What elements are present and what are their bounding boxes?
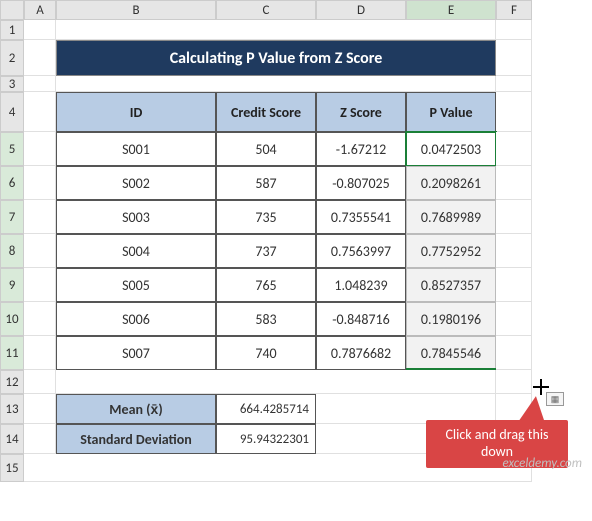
- cell[interactable]: [24, 336, 56, 370]
- data-z[interactable]: 1.048239: [316, 268, 406, 302]
- row-head-10[interactable]: 10: [0, 302, 24, 336]
- cell[interactable]: [24, 92, 56, 132]
- cell[interactable]: [56, 370, 496, 394]
- cell-e10[interactable]: 0.1980196: [406, 302, 496, 336]
- cell[interactable]: [24, 394, 56, 424]
- row-head-6[interactable]: 6: [0, 166, 24, 200]
- cell-e5-selected[interactable]: 0.0472503: [406, 132, 496, 166]
- cell[interactable]: [496, 132, 532, 166]
- row-head-13[interactable]: 13: [0, 394, 24, 424]
- watermark: exceldemy.com: [503, 456, 582, 471]
- col-header-credit: Credit Score: [216, 92, 316, 132]
- cell[interactable]: [496, 76, 532, 92]
- data-id[interactable]: S003: [56, 200, 216, 234]
- data-id[interactable]: S005: [56, 268, 216, 302]
- cell[interactable]: [24, 200, 56, 234]
- row-head-8[interactable]: 8: [0, 234, 24, 268]
- cell[interactable]: [24, 302, 56, 336]
- row-head-5[interactable]: 5: [0, 132, 24, 166]
- cell[interactable]: [24, 370, 56, 394]
- data-credit[interactable]: 583: [216, 302, 316, 336]
- cell[interactable]: [24, 76, 56, 92]
- data-id[interactable]: S004: [56, 234, 216, 268]
- data-id[interactable]: S007: [56, 336, 216, 370]
- cell[interactable]: [496, 166, 532, 200]
- cell[interactable]: [24, 424, 56, 454]
- col-header-p: P Value: [406, 92, 496, 132]
- cell[interactable]: [496, 92, 532, 132]
- data-credit[interactable]: 737: [216, 234, 316, 268]
- col-head-c[interactable]: C: [216, 0, 316, 20]
- sheet-title: Calculating P Value from Z Score: [56, 40, 496, 76]
- cell[interactable]: [24, 166, 56, 200]
- data-z[interactable]: -0.848716: [316, 302, 406, 336]
- cell[interactable]: [496, 302, 532, 336]
- cell[interactable]: [56, 76, 496, 92]
- cell[interactable]: [24, 132, 56, 166]
- data-z[interactable]: 0.7563997: [316, 234, 406, 268]
- data-credit[interactable]: 765: [216, 268, 316, 302]
- col-head-e[interactable]: E: [406, 0, 496, 20]
- data-z[interactable]: -0.807025: [316, 166, 406, 200]
- row-head-4[interactable]: 4: [0, 92, 24, 132]
- row-head-14[interactable]: 14: [0, 424, 24, 454]
- cell-e6[interactable]: 0.2098261: [406, 166, 496, 200]
- data-z[interactable]: 0.7355541: [316, 200, 406, 234]
- sd-value[interactable]: 95.94322301: [216, 424, 316, 454]
- row-head-7[interactable]: 7: [0, 200, 24, 234]
- data-credit[interactable]: 740: [216, 336, 316, 370]
- sd-label: Standard Deviation: [56, 424, 216, 454]
- col-head-f[interactable]: F: [496, 0, 532, 20]
- col-head-b[interactable]: B: [56, 0, 216, 20]
- row-head-2[interactable]: 2: [0, 40, 24, 76]
- row-head-3[interactable]: 3: [0, 76, 24, 92]
- data-id[interactable]: S001: [56, 132, 216, 166]
- col-header-id: ID: [56, 92, 216, 132]
- data-credit[interactable]: 735: [216, 200, 316, 234]
- row-head-12[interactable]: 12: [0, 370, 24, 394]
- cell[interactable]: [496, 336, 532, 370]
- fill-cursor-icon: [533, 379, 549, 395]
- cell[interactable]: [24, 234, 56, 268]
- data-z[interactable]: 0.7876682: [316, 336, 406, 370]
- cell[interactable]: [496, 40, 532, 76]
- cell[interactable]: [496, 234, 532, 268]
- cell[interactable]: [24, 268, 56, 302]
- col-head-d[interactable]: D: [316, 0, 406, 20]
- col-head-a[interactable]: A: [24, 0, 56, 20]
- data-id[interactable]: S002: [56, 166, 216, 200]
- cell[interactable]: [496, 20, 532, 40]
- data-credit[interactable]: 587: [216, 166, 316, 200]
- row-head-1[interactable]: 1: [0, 20, 24, 40]
- cell-e11[interactable]: 0.7845546: [406, 336, 496, 370]
- cell[interactable]: [496, 200, 532, 234]
- data-z[interactable]: -1.67212: [316, 132, 406, 166]
- spreadsheet-grid[interactable]: A B C D E F 1 2 Calculating P Value from…: [0, 0, 592, 482]
- cell[interactable]: [24, 40, 56, 76]
- cell-e9[interactable]: 0.8527357: [406, 268, 496, 302]
- data-id[interactable]: S006: [56, 302, 216, 336]
- cell[interactable]: [496, 268, 532, 302]
- select-all-corner[interactable]: [0, 0, 24, 20]
- mean-value[interactable]: 664.4285714: [216, 394, 316, 424]
- row-head-15[interactable]: 15: [0, 454, 24, 482]
- mean-label: Mean (x̄): [56, 394, 216, 424]
- cell-e8[interactable]: 0.7752952: [406, 234, 496, 268]
- col-header-z: Z Score: [316, 92, 406, 132]
- cell[interactable]: [24, 20, 56, 40]
- cell[interactable]: [56, 20, 496, 40]
- cell-e7[interactable]: 0.7689989: [406, 200, 496, 234]
- row-head-11[interactable]: 11: [0, 336, 24, 370]
- row-head-9[interactable]: 9: [0, 268, 24, 302]
- cell[interactable]: [496, 370, 532, 394]
- data-credit[interactable]: 504: [216, 132, 316, 166]
